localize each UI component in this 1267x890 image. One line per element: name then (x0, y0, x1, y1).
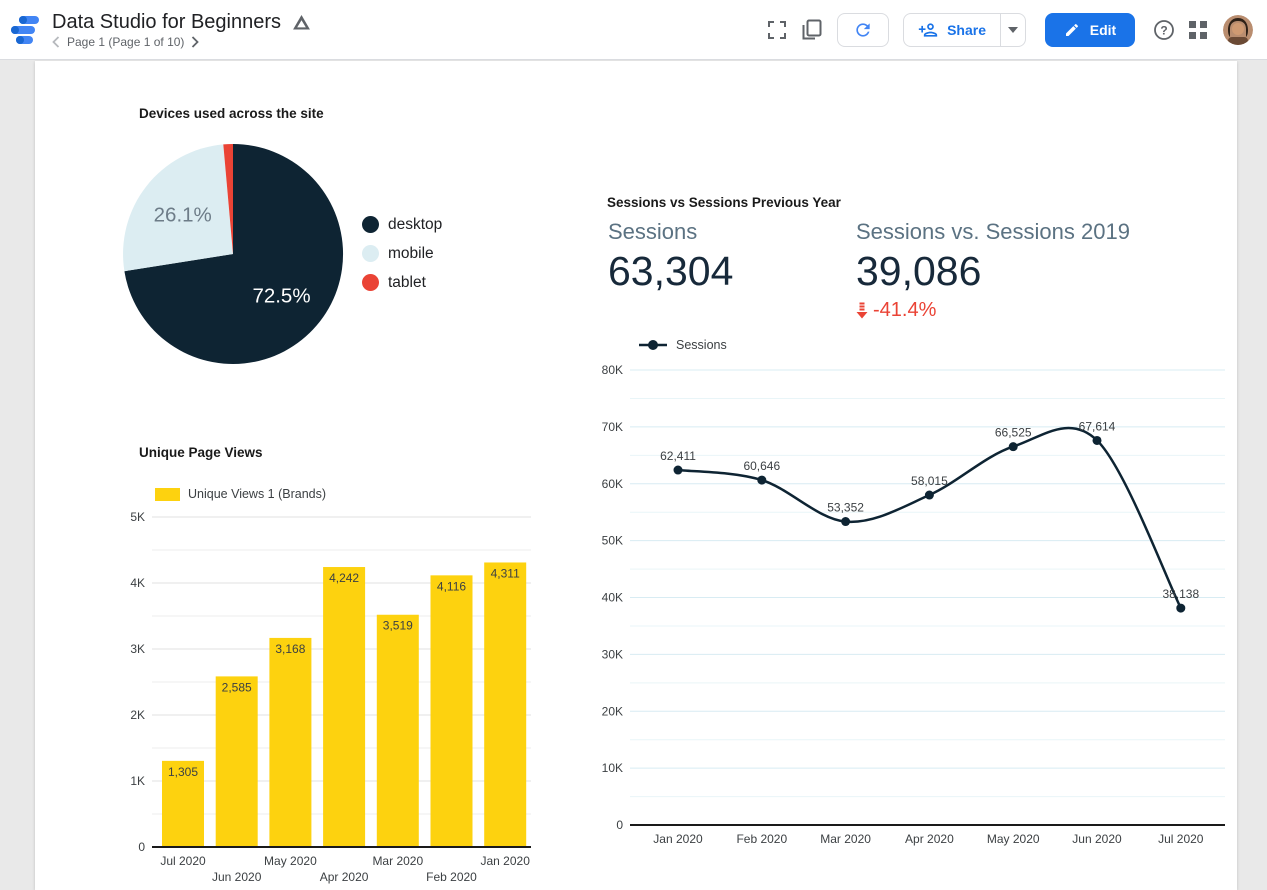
help-icon[interactable]: ? (1147, 13, 1181, 47)
share-button[interactable]: Share (904, 14, 1000, 46)
svg-text:Mar 2020: Mar 2020 (820, 832, 871, 846)
svg-text:3,168: 3,168 (275, 642, 305, 656)
down-arrow-icon (856, 302, 868, 319)
bar-chart[interactable]: 0 1K 2K 3K 4K 5K 1,305 Jul 2020 2,585 Jun 2020 3,1… (130, 501, 555, 890)
svg-text:58,015: 58,015 (911, 474, 948, 488)
scorecard-section-title: Sessions vs Sessions Previous Year (607, 195, 841, 210)
share-dropdown-button[interactable] (1000, 14, 1025, 46)
scorecard-value: 63,304 (608, 248, 733, 294)
svg-text:Apr 2020: Apr 2020 (320, 870, 369, 884)
pencil-icon (1064, 22, 1080, 38)
legend-item-mobile: mobile (362, 239, 442, 268)
bar-series-swatch-icon (155, 488, 180, 501)
legend-item-desktop: desktop (362, 210, 442, 239)
bar-chart-title: Unique Page Views (139, 445, 263, 460)
prev-page-icon[interactable] (52, 36, 60, 48)
svg-text:Jan 2020: Jan 2020 (653, 832, 703, 846)
scorecard-label: Sessions vs. Sessions 2019 (856, 219, 1130, 245)
line-chart-legend: Sessions (638, 338, 727, 352)
scorecard-delta: -41.4% (856, 299, 1130, 322)
svg-text:70K: 70K (602, 420, 623, 434)
line-series-marker-icon (638, 339, 668, 351)
next-page-icon[interactable] (191, 36, 199, 48)
svg-text:60,646: 60,646 (743, 459, 780, 473)
svg-text:60K: 60K (602, 477, 623, 491)
report-canvas: Devices used across the site 72.5%26.1% … (35, 61, 1237, 890)
svg-text:Jul 2020: Jul 2020 (1158, 832, 1204, 846)
svg-text:0: 0 (138, 840, 145, 854)
svg-text:80K: 80K (602, 363, 623, 377)
svg-text:Jun 2020: Jun 2020 (1072, 832, 1122, 846)
person-add-icon (918, 20, 938, 40)
svg-text:3,519: 3,519 (383, 619, 413, 633)
svg-text:May 2020: May 2020 (264, 854, 317, 868)
edit-button[interactable]: Edit (1045, 13, 1135, 47)
svg-text:10K: 10K (602, 761, 623, 775)
svg-text:Mar 2020: Mar 2020 (372, 854, 423, 868)
scorecard-value: 39,086 (856, 248, 1130, 294)
svg-text:2K: 2K (130, 708, 145, 722)
drive-icon (293, 15, 310, 30)
svg-text:50K: 50K (602, 534, 623, 548)
scorecard-sessions-vs-2019[interactable]: Sessions vs. Sessions 2019 39,086 -41.4% (856, 219, 1130, 322)
share-button-label: Share (947, 22, 986, 38)
svg-text:0: 0 (616, 818, 623, 832)
app-header: Data Studio for Beginners Page 1 (Page 1… (0, 0, 1267, 60)
scorecard-delta-value: -41.4% (873, 299, 936, 322)
legend-dot-tablet-icon (362, 274, 379, 291)
fullscreen-icon[interactable] (760, 13, 794, 47)
svg-text:67,614: 67,614 (1079, 419, 1116, 433)
svg-text:62,411: 62,411 (660, 449, 696, 463)
svg-text:Apr 2020: Apr 2020 (905, 832, 954, 846)
avatar[interactable] (1223, 15, 1253, 45)
chevron-down-icon (1008, 27, 1018, 33)
svg-text:66,525: 66,525 (995, 426, 1032, 440)
svg-text:38,138: 38,138 (1162, 587, 1199, 601)
data-studio-logo-icon[interactable] (10, 15, 40, 45)
page-navigation[interactable]: Page 1 (Page 1 of 10) (52, 35, 310, 49)
legend-dot-mobile-icon (362, 245, 379, 262)
svg-text:4,242: 4,242 (329, 571, 359, 585)
svg-text:Jul 2020: Jul 2020 (160, 854, 206, 868)
refresh-button[interactable] (837, 13, 889, 47)
svg-text:Feb 2020: Feb 2020 (736, 832, 787, 846)
svg-text:53,352: 53,352 (827, 501, 864, 515)
svg-text:4,311: 4,311 (491, 566, 520, 580)
svg-text:4K: 4K (130, 576, 145, 590)
legend-item-tablet: tablet (362, 268, 442, 297)
scorecard-sessions[interactable]: Sessions 63,304 (608, 219, 733, 294)
svg-text:1K: 1K (130, 774, 145, 788)
line-chart[interactable]: 0 10K 20K 30K 40K 50K 60K 70K 80K Jan 2020 Feb 202… (590, 357, 1235, 857)
svg-text:Feb 2020: Feb 2020 (426, 870, 477, 884)
svg-text:Jun 2020: Jun 2020 (212, 870, 262, 884)
svg-text:3K: 3K (130, 642, 145, 656)
svg-text:30K: 30K (602, 647, 623, 661)
page-nav-label[interactable]: Page 1 (Page 1 of 10) (67, 35, 184, 49)
pie-chart-title: Devices used across the site (139, 106, 324, 121)
edit-button-label: Edit (1090, 22, 1116, 38)
svg-text:?: ? (1160, 23, 1167, 37)
scorecard-label: Sessions (608, 219, 733, 245)
svg-text:1,305: 1,305 (168, 765, 198, 779)
svg-text:20K: 20K (602, 704, 623, 718)
share-button-group: Share (903, 13, 1026, 47)
svg-text:26.1%: 26.1% (154, 204, 212, 227)
copy-pages-icon[interactable] (794, 13, 828, 47)
svg-text:Jan 2020: Jan 2020 (481, 854, 531, 868)
apps-grid-icon[interactable] (1181, 13, 1215, 47)
svg-text:2,585: 2,585 (222, 680, 252, 694)
svg-text:May 2020: May 2020 (987, 832, 1040, 846)
pie-legend: desktop mobile tablet (362, 210, 442, 297)
bar-chart-legend: Unique Views 1 (Brands) (155, 487, 326, 501)
pie-chart[interactable]: 72.5% 26.1% (121, 142, 345, 366)
svg-text:72.5%: 72.5% (252, 284, 310, 307)
svg-text:40K: 40K (602, 591, 623, 605)
report-title: Data Studio for Beginners (52, 10, 281, 34)
svg-text:4,116: 4,116 (437, 579, 466, 593)
legend-dot-desktop-icon (362, 216, 379, 233)
svg-text:5K: 5K (130, 510, 145, 524)
